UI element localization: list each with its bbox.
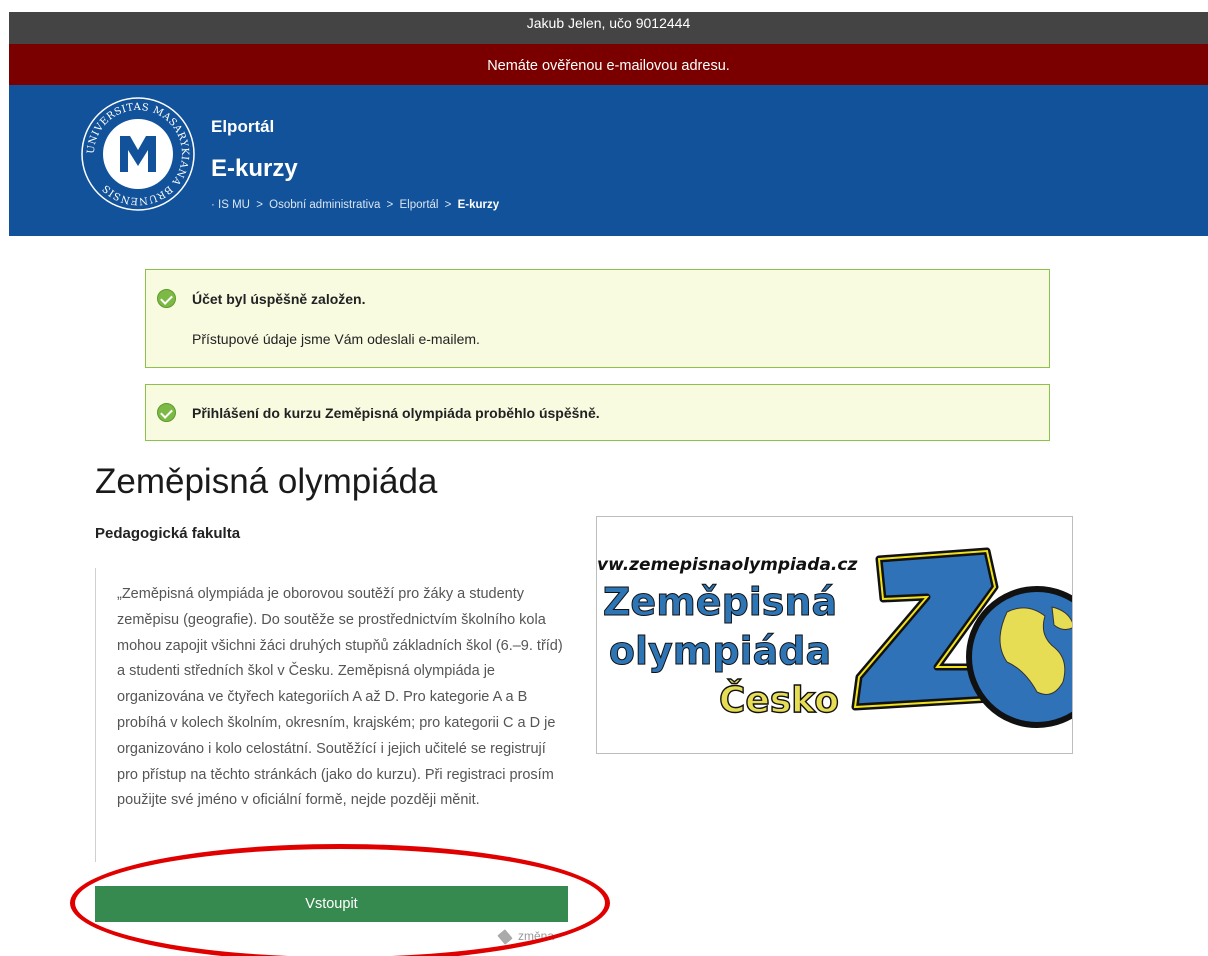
page-header: UNIVERSITAS MASARYKIANA BRUNENSIS Elport…: [9, 85, 1208, 236]
check-circle-icon: [157, 403, 176, 422]
breadcrumb-separator: >: [444, 199, 452, 211]
breadcrumb-item-e-kurzy: E-kurzy: [457, 199, 500, 211]
image-url-text: vw.zemepisnaolympiada.cz: [597, 555, 857, 575]
change-link[interactable]: změna: [497, 929, 555, 945]
university-logo[interactable]: UNIVERSITAS MASARYKIANA BRUNENSIS: [80, 96, 196, 212]
course-title: Zeměpisná olympiáda: [95, 462, 438, 501]
app-name[interactable]: Elportál: [211, 117, 274, 137]
email-alert-text[interactable]: Nemáte ověřenou e-mailovou adresu.: [487, 58, 730, 74]
image-line-2: olympiáda: [609, 629, 831, 673]
notice-text: Přístupové údaje jsme Vám odeslali e-mai…: [192, 331, 480, 347]
user-bar: Jakub Jelen, učo 9012444: [9, 12, 1208, 44]
notice-title: Přihlášení do kurzu Zeměpisná olympiáda …: [192, 405, 600, 421]
image-line-3: Česko: [719, 679, 839, 721]
user-name[interactable]: Jakub Jelen, učo 9012444: [527, 12, 690, 34]
breadcrumb-separator: >: [256, 199, 263, 211]
pencil-icon: [497, 929, 513, 945]
enter-course-button[interactable]: Vstoupit: [95, 886, 568, 922]
enrollment-success-notice: Přihlášení do kurzu Zeměpisná olympiáda …: [145, 384, 1050, 441]
breadcrumb: · IS MU > Osobní administrativa > Elport…: [211, 199, 499, 211]
account-created-notice: Účet byl úspěšně založen. Přístupové úda…: [145, 269, 1050, 368]
zo-logo-image: vw.zemepisnaolympiada.cz Zeměpisná olymp…: [597, 547, 1072, 728]
breadcrumb-bullet: ·: [211, 199, 215, 211]
image-line-1: Zeměpisná: [603, 580, 837, 624]
course-faculty: Pedagogická fakulta: [95, 525, 241, 542]
breadcrumb-item-osobni-administrativa[interactable]: Osobní administrativa: [269, 199, 380, 211]
notice-title: Účet byl úspěšně založen.: [192, 291, 366, 307]
change-link-label: změna: [518, 929, 555, 943]
course-description: „Zeměpisná olympiáda je oborovou soutěží…: [95, 568, 565, 862]
university-seal-icon: UNIVERSITAS MASARYKIANA BRUNENSIS: [81, 97, 195, 211]
email-alert-bar[interactable]: Nemáte ověřenou e-mailovou adresu.: [9, 44, 1208, 85]
left-margin: [0, 0, 9, 956]
check-circle-icon: [157, 289, 176, 308]
course-image: vw.zemepisnaolympiada.cz Zeměpisná olymp…: [596, 516, 1073, 754]
breadcrumb-separator: >: [386, 199, 394, 211]
breadcrumb-item-elportal[interactable]: Elportál: [399, 199, 438, 211]
page-title: E-kurzy: [211, 155, 298, 182]
breadcrumb-item-is-mu[interactable]: IS MU: [218, 199, 250, 211]
